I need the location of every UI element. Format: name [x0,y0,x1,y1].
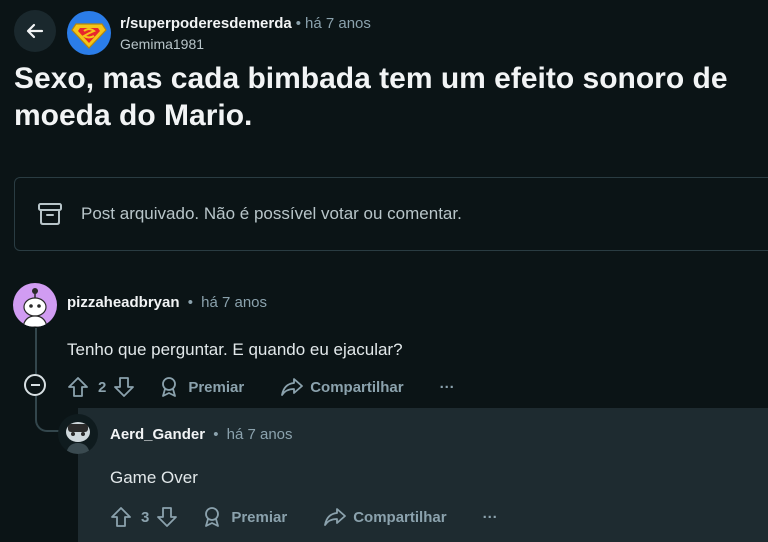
archived-notice: Post arquivado. Não é possível votar ou … [14,177,768,251]
downvote-button[interactable] [155,506,179,528]
separator-dot: • [209,426,223,443]
post-author[interactable]: Gemima1981 [120,36,371,52]
comment-body: Game Over [110,468,198,487]
comment-body: Tenho que perguntar. E quando eu ejacula… [67,340,403,359]
comment-username[interactable]: pizzaheadbryan [67,294,180,311]
thread-line[interactable] [35,328,37,374]
comment-actions: 2 Premiar Compartilhar ··· [66,375,455,399]
award-icon [162,377,177,397]
share-button[interactable]: Compartilhar [323,506,447,528]
downvote-arrow-icon [114,377,135,397]
avatar[interactable] [13,283,57,327]
share-label: Compartilhar [310,378,404,396]
comment-meta: pizzaheadbryan • há 7 anos [67,294,267,311]
award-button[interactable]: Premiar [201,506,287,528]
comment-meta: Aerd_Gander • há 7 anos [110,426,293,443]
collapse-thread-button[interactable] [24,374,46,396]
upvote-button[interactable] [66,376,90,398]
share-label: Compartilhar [353,508,447,526]
upvote-arrow-icon [68,377,88,397]
separator-dot: • [183,294,198,311]
downvote-arrow-icon [157,507,178,527]
archive-icon [38,203,62,225]
share-icon [324,508,347,526]
separator-dot: • [295,15,301,32]
subreddit-name[interactable]: r/superpoderesdemerda [120,15,292,32]
comment-time: há 7 anos [201,294,268,311]
more-options-icon: ··· [482,508,498,526]
comment-actions: 3 Premiar Compartilhar ··· [109,505,498,529]
post-title: Sexo, mas cada bimbada tem um efeito son… [14,62,728,132]
share-button[interactable]: Compartilhar [280,376,404,398]
arrow-left-icon [26,23,44,39]
avatar[interactable] [58,414,98,454]
downvote-button[interactable] [112,376,136,398]
thread-elbow-line [35,396,59,432]
vote-count: 2 [98,378,107,396]
archived-text: Post arquivado. Não é possível votar ou … [81,204,462,223]
subreddit-icon[interactable] [67,11,111,55]
comment-time: há 7 anos [226,426,293,443]
post-time: há 7 anos [305,15,371,32]
post-header: r/superpoderesdemerda • há 7 anos Gemima19… [14,10,754,56]
vote-count: 3 [141,508,150,526]
comment-username[interactable]: Aerd_Gander [110,426,205,443]
minus-icon [30,384,40,386]
award-label: Premiar [231,508,288,526]
more-options-button[interactable]: ··· [483,509,498,526]
back-button[interactable] [14,10,56,52]
post-meta: r/superpoderesdemerda • há 7 anos Gemima19… [120,14,371,52]
upvote-arrow-icon [111,507,131,527]
share-icon [281,378,304,396]
award-button[interactable]: Premiar [158,376,244,398]
snoo-avatar-icon [22,288,48,327]
more-options-button[interactable]: ··· [440,379,455,396]
snoo-avatar-icon [66,422,90,454]
more-options-icon: ··· [439,378,455,396]
award-icon [205,507,220,527]
upvote-button[interactable] [109,506,133,528]
award-label: Premiar [188,378,245,396]
